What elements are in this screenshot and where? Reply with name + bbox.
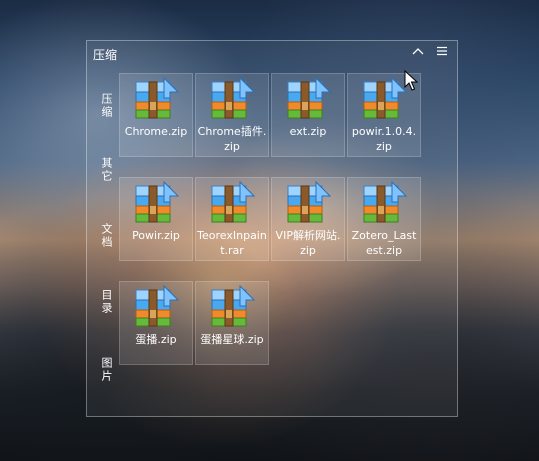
hamburger-menu-icon [437, 46, 447, 56]
winrar-archive-icon [362, 76, 408, 122]
side-tab-folders[interactable]: 目录 [96, 289, 113, 315]
file-name: ext.zip [289, 125, 327, 138]
file-name: 蛋播.zip [135, 333, 177, 346]
file-item[interactable]: VIP解析网站.zip [271, 177, 345, 261]
file-name: Chrome插件.zip [197, 125, 267, 153]
file-item[interactable]: Zotero_Lastest.zip [347, 177, 421, 261]
winrar-archive-icon [362, 180, 408, 226]
file-item[interactable]: 蛋播.zip [119, 281, 193, 365]
winrar-archive-icon [210, 180, 256, 226]
mouse-cursor-icon [404, 70, 418, 91]
file-name: 蛋播星球.zip [200, 333, 264, 346]
file-name: TeorexInpaint.rar [197, 229, 267, 257]
side-tab-other[interactable]: 其它 [96, 157, 113, 183]
winrar-archive-icon [286, 76, 332, 122]
side-tab-documents[interactable]: 文档 [96, 223, 113, 249]
file-item[interactable]: TeorexInpaint.rar [195, 177, 269, 261]
chevron-up-icon [412, 48, 424, 55]
file-name: Chrome.zip [124, 125, 188, 138]
side-tab-compress[interactable]: 压缩 [96, 93, 113, 119]
file-item[interactable]: Chrome.zip [119, 73, 193, 157]
side-tab-images[interactable]: 图片 [96, 357, 113, 383]
collapse-button[interactable] [409, 44, 427, 62]
menu-button[interactable] [433, 44, 451, 62]
file-name: VIP解析网站.zip [275, 229, 341, 257]
file-name: Zotero_Lastest.zip [351, 229, 417, 257]
file-item[interactable]: Powir.zip [119, 177, 193, 261]
winrar-archive-icon [210, 76, 256, 122]
file-item[interactable]: 蛋播星球.zip [195, 281, 269, 365]
panel-title: 压缩 [93, 48, 118, 62]
winrar-archive-icon [210, 284, 256, 330]
winrar-archive-icon [134, 76, 180, 122]
file-item[interactable]: Chrome插件.zip [195, 73, 269, 157]
winrar-archive-icon [286, 180, 332, 226]
file-name: Powir.zip [132, 229, 180, 242]
file-item[interactable]: ext.zip [271, 73, 345, 157]
winrar-archive-icon [134, 180, 180, 226]
file-name: powir.1.0.4.zip [351, 125, 417, 153]
winrar-archive-icon [134, 284, 180, 330]
